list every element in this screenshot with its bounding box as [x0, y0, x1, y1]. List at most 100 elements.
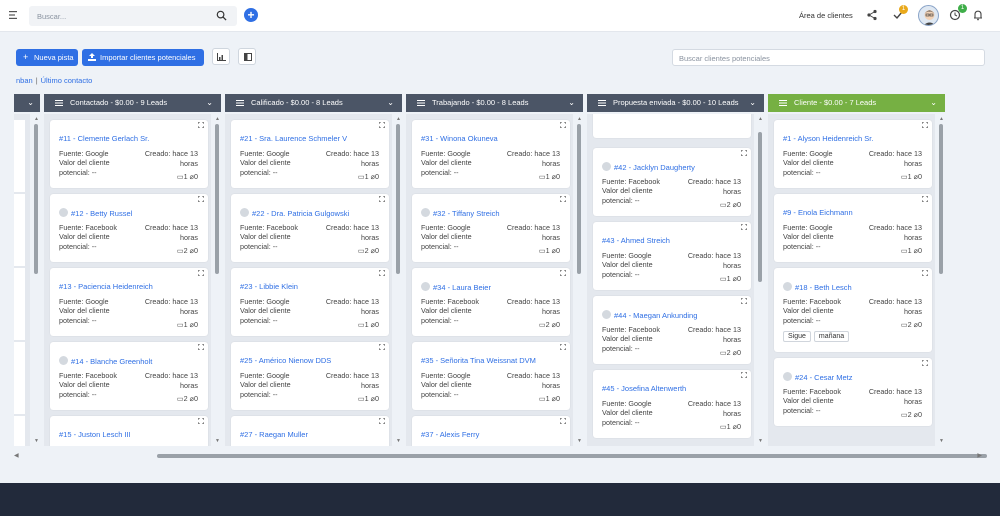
expand-icon[interactable] — [741, 372, 747, 378]
scroll-down-arrow[interactable]: ▼ — [396, 438, 401, 444]
column-header[interactable]: Trabajando - $0.00 - 8 Leads ⌄ — [406, 94, 583, 112]
lead-card[interactable]: #31 - Winona Okuneva Fuente: Google Valor … — [412, 120, 570, 188]
lead-title[interactable]: #18 - Beth Lesch — [795, 283, 852, 292]
column-header[interactable]: Contactado - $0.00 - 9 Leads ⌄ — [44, 94, 221, 112]
expand-icon[interactable] — [379, 122, 385, 128]
drag-handle-icon[interactable] — [55, 100, 63, 106]
lead-title-link[interactable]: #14 - Blanche Greenholt — [59, 356, 152, 366]
column-scrollbar[interactable]: ▲ ▼ — [396, 114, 401, 446]
expand-icon[interactable] — [741, 224, 747, 230]
lead-title-link[interactable]: #31 - Winona Okuneva — [421, 134, 498, 143]
notifications-bell-icon[interactable] — [972, 9, 984, 21]
lead-card[interactable]: #1 - Alyson Heidenreich Sr. Fuente: Googl… — [774, 120, 932, 188]
lead-title-link[interactable]: #1 - Alyson Heidenreich Sr. — [783, 134, 873, 143]
scroll-up-arrow[interactable]: ▲ — [577, 116, 582, 122]
column-scrollbar[interactable]: ▲ ▼ — [577, 114, 582, 446]
expand-icon[interactable] — [198, 196, 204, 202]
expand-icon[interactable] — [379, 196, 385, 202]
drag-handle-icon[interactable] — [236, 100, 244, 106]
lead-title-link[interactable]: #37 - Alexis Ferry — [421, 430, 479, 439]
expand-icon[interactable] — [922, 196, 928, 202]
scroll-up-arrow[interactable]: ▲ — [758, 116, 763, 122]
lead-title-link[interactable]: #35 - Señorita Tina Weissnat DVM — [421, 356, 536, 365]
lead-title[interactable]: #45 - Josefina Altenwerth — [602, 384, 686, 393]
lead-card[interactable]: #15 - Juston Lesch III — [50, 416, 208, 446]
lead-title-link[interactable]: #32 - Tiffany Streich — [421, 208, 500, 218]
scroll-up-arrow[interactable]: ▲ — [34, 116, 39, 122]
lead-title[interactable]: #42 - Jacklyn Daugherty — [614, 163, 695, 172]
board-horizontal-scrollbar[interactable]: ◀ ▶ — [14, 452, 987, 460]
chevron-down-icon[interactable]: ⌄ — [27, 94, 34, 112]
client-area-link[interactable]: Área de clientes — [799, 11, 853, 20]
lead-title-link[interactable]: #13 - Paciencia Heidenreich — [59, 282, 153, 291]
column-header-partial[interactable]: ⌄ — [14, 94, 40, 112]
lead-card[interactable]: #43 - Ahmed Streich Fuente: Google Valor d… — [593, 222, 751, 290]
lead-card[interactable]: #37 - Alexis Ferry — [412, 416, 570, 446]
scroll-thumb[interactable] — [215, 124, 219, 274]
scroll-thumb[interactable] — [577, 124, 581, 274]
expand-icon[interactable] — [560, 418, 566, 424]
lead-card[interactable]: #27 - Raegan Muller — [231, 416, 389, 446]
expand-icon[interactable] — [379, 270, 385, 276]
column-scrollbar[interactable]: ▲ ▼ — [939, 114, 944, 446]
menu-icon[interactable] — [9, 11, 17, 19]
expand-icon[interactable] — [741, 150, 747, 156]
lead-card[interactable]: #24 - Cesar Metz Fuente: Facebook Valor de… — [774, 358, 932, 426]
lead-title[interactable]: #22 - Dra. Patricia Gulgowski — [252, 209, 349, 218]
lead-card-partial[interactable]: Valor del clientepotencial: --▭1 ⌀0 — [593, 114, 751, 138]
expand-icon[interactable] — [560, 196, 566, 202]
column-header[interactable]: Cliente - $0.00 - 7 Leads ⌄ — [768, 94, 945, 112]
lead-title[interactable]: #25 - Américo Nienow DDS — [240, 356, 331, 365]
search-icon[interactable] — [216, 10, 227, 21]
lead-card[interactable]: #18 - Beth Lesch Fuente: Facebook Valor de… — [774, 268, 932, 352]
chevron-down-icon[interactable]: ⌄ — [930, 94, 937, 112]
card-partial[interactable] — [14, 416, 25, 446]
chevron-down-icon[interactable]: ⌄ — [749, 94, 756, 112]
chevron-down-icon[interactable]: ⌄ — [206, 94, 213, 112]
expand-icon[interactable] — [560, 270, 566, 276]
drag-handle-icon[interactable] — [779, 100, 787, 106]
lead-card[interactable]: #11 - Clemente Gerlach Sr. Fuente: Google… — [50, 120, 208, 188]
lead-title[interactable]: #9 - Enola Eichmann — [783, 208, 853, 217]
user-avatar[interactable] — [918, 5, 939, 26]
scroll-thumb[interactable] — [758, 132, 762, 282]
drag-handle-icon[interactable] — [417, 100, 425, 106]
import-leads-button[interactable]: Importar clientes potenciales — [82, 49, 204, 66]
horizontal-scroll-thumb[interactable] — [157, 454, 987, 458]
lead-card[interactable]: #13 - Paciencia Heidenreich Fuente: Googl… — [50, 268, 208, 336]
breadcrumb-last-contact[interactable]: Último contacto — [41, 76, 93, 85]
lead-title[interactable]: #1 - Alyson Heidenreich Sr. — [783, 134, 873, 143]
lead-card[interactable]: #14 - Blanche Greenholt Fuente: Facebook V… — [50, 342, 208, 410]
lead-title-link[interactable]: #18 - Beth Lesch — [783, 282, 852, 292]
lead-title[interactable]: #32 - Tiffany Streich — [433, 209, 500, 218]
column-scrollbar[interactable]: ▲ ▼ — [758, 114, 763, 446]
scroll-up-arrow[interactable]: ▲ — [215, 116, 220, 122]
list-view-button[interactable] — [238, 48, 256, 65]
lead-title-link[interactable]: #45 - Josefina Altenwerth — [602, 384, 686, 393]
lead-card[interactable]: #25 - Américo Nienow DDS Fuente: Google Va… — [231, 342, 389, 410]
expand-icon[interactable] — [560, 344, 566, 350]
tag-chip[interactable]: Sigue — [783, 331, 811, 342]
card-partial[interactable] — [14, 194, 25, 266]
lead-card[interactable]: #34 - Laura Beier Fuente: Facebook Valor d… — [412, 268, 570, 336]
lead-title-link[interactable]: #25 - Américo Nienow DDS — [240, 356, 331, 365]
card-partial[interactable] — [14, 120, 25, 192]
lead-title[interactable]: #15 - Juston Lesch III — [59, 430, 131, 439]
lead-title[interactable]: #23 - Libbie Klein — [240, 282, 298, 291]
chevron-down-icon[interactable]: ⌄ — [387, 94, 394, 112]
lead-title-link[interactable]: #22 - Dra. Patricia Gulgowski — [240, 208, 349, 218]
scroll-up-arrow[interactable]: ▲ — [396, 116, 401, 122]
column-header[interactable]: Propuesta enviada - $0.00 - 10 Leads ⌄ — [587, 94, 764, 112]
lead-card[interactable]: #35 - Señorita Tina Weissnat DVM Fuente: … — [412, 342, 570, 410]
lead-title[interactable]: #37 - Alexis Ferry — [421, 430, 479, 439]
drag-handle-icon[interactable] — [598, 100, 606, 106]
scroll-down-arrow[interactable]: ▼ — [939, 438, 944, 444]
expand-icon[interactable] — [198, 418, 204, 424]
expand-icon[interactable] — [379, 418, 385, 424]
expand-icon[interactable] — [922, 122, 928, 128]
lead-card[interactable]: #21 - Sra. Laurence Schmeler V Fuente: Go… — [231, 120, 389, 188]
card-partial[interactable] — [14, 268, 25, 340]
lead-title-link[interactable]: #23 - Libbie Klein — [240, 282, 298, 291]
lead-title-link[interactable]: #27 - Raegan Muller — [240, 430, 308, 439]
scroll-up-arrow[interactable]: ▲ — [939, 116, 944, 122]
